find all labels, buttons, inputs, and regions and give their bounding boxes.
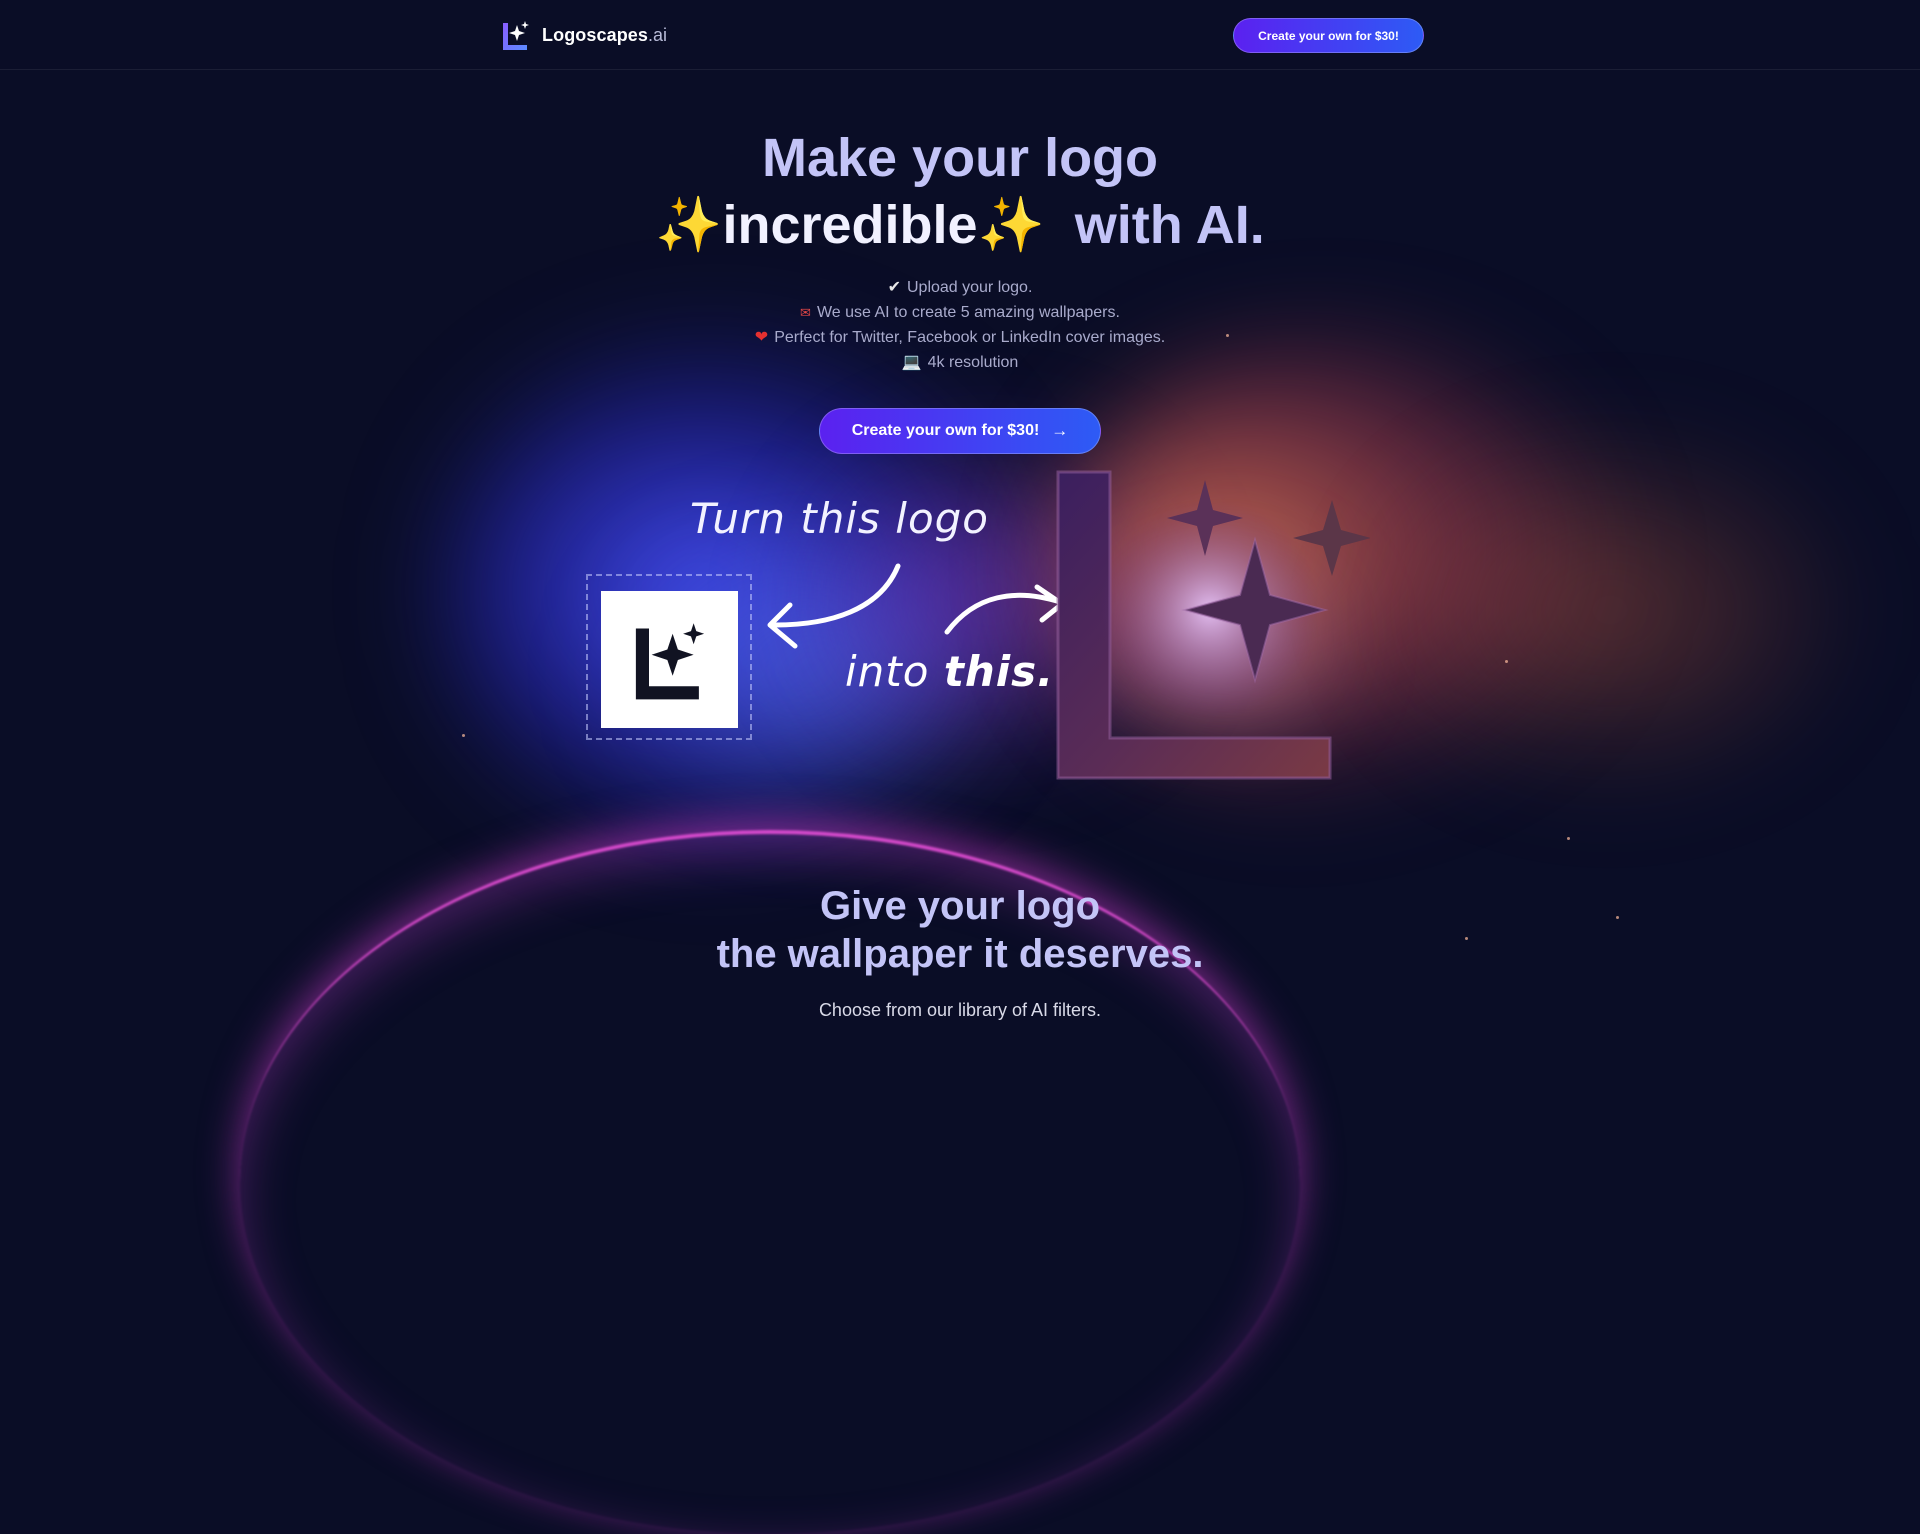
section-subtitle: Choose from our library of AI filters. [818, 1000, 1102, 1020]
section-title-line2: the wallpaper it deserves. [716, 932, 1204, 976]
section-title-line1: Give your logo [819, 884, 1101, 928]
arrow-to-original-icon [772, 563, 901, 628]
wallpaper-logo-render [1056, 470, 1370, 780]
section-title: Give your logo the wallpaper it deserves… [0, 882, 1920, 978]
